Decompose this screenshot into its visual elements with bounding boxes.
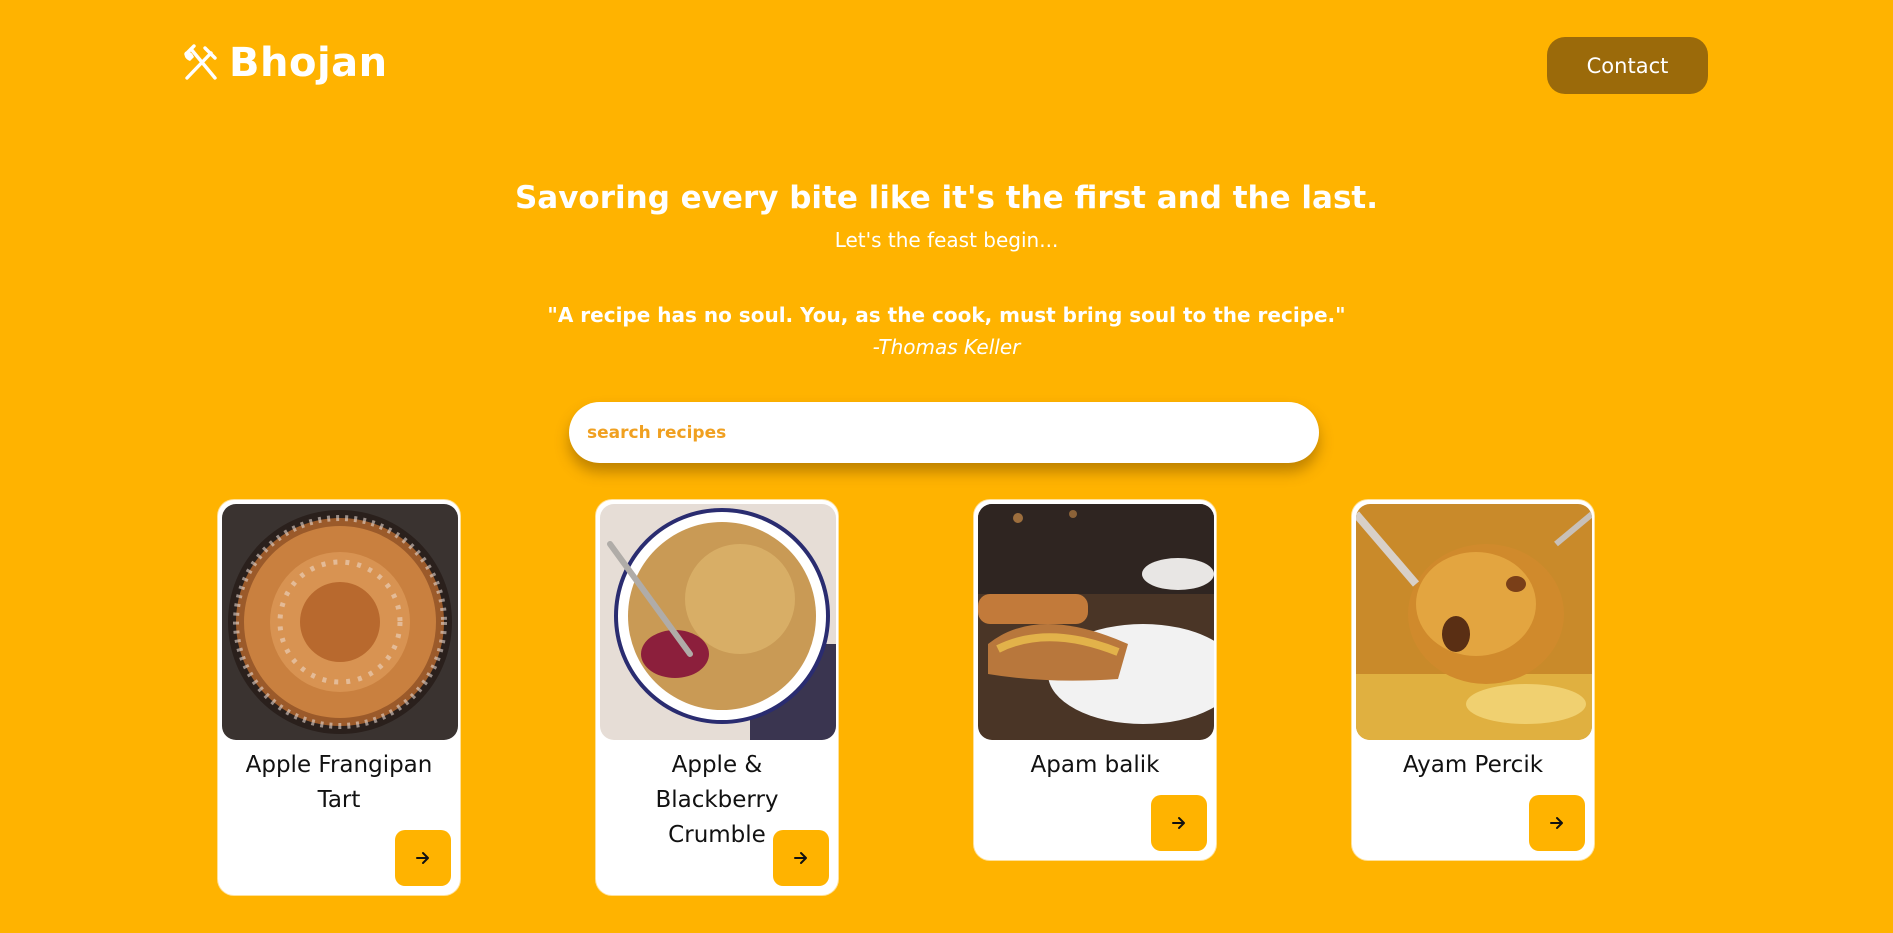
arrow-right-icon <box>416 852 429 864</box>
view-recipe-button[interactable] <box>395 830 451 886</box>
recipe-card[interactable]: Ayam Percik <box>1352 500 1594 860</box>
recipe-title: Apam balik <box>1030 752 1160 778</box>
utensils-icon <box>184 44 217 80</box>
hero: Savoring every bite like it's the first … <box>0 180 1893 252</box>
recipe-card[interactable]: Apam balik <box>974 500 1216 860</box>
recipe-image-crumble <box>600 504 836 740</box>
recipe-title: Ayam Percik <box>1402 752 1544 778</box>
contact-button[interactable]: Contact <box>1547 37 1708 94</box>
quote: "A recipe has no soul. You, as the cook,… <box>0 303 1893 359</box>
arrow-right-icon <box>794 852 807 864</box>
arrow-right-icon <box>1172 817 1185 829</box>
quote-text: "A recipe has no soul. You, as the cook,… <box>547 303 1346 327</box>
hero-subtitle: Let's the feast begin... <box>834 228 1059 252</box>
recipe-card[interactable]: Apple Frangipan Tart <box>218 500 460 895</box>
recipe-card[interactable]: Apple & Blackberry Crumble <box>596 500 838 895</box>
search-bar[interactable] <box>569 402 1319 463</box>
brand-name: Bhojan <box>229 40 388 86</box>
arrow-right-icon <box>1550 817 1563 829</box>
view-recipe-button[interactable] <box>1529 795 1585 851</box>
hero-title: Savoring every bite like it's the first … <box>514 180 1379 216</box>
site-header: Bhojan Contact <box>0 0 1893 140</box>
view-recipe-button[interactable] <box>1151 795 1207 851</box>
search-input[interactable] <box>569 422 1319 443</box>
brand-logo[interactable]: Bhojan <box>181 40 388 86</box>
recipe-image-tart <box>222 504 458 740</box>
quote-author: -Thomas Keller <box>872 335 1021 359</box>
recipe-title: Apple Frangipan Tart <box>245 752 433 813</box>
recipe-image-ayam-percik <box>1356 504 1592 740</box>
view-recipe-button[interactable] <box>773 830 829 886</box>
recipe-image-apam-balik <box>978 504 1214 740</box>
